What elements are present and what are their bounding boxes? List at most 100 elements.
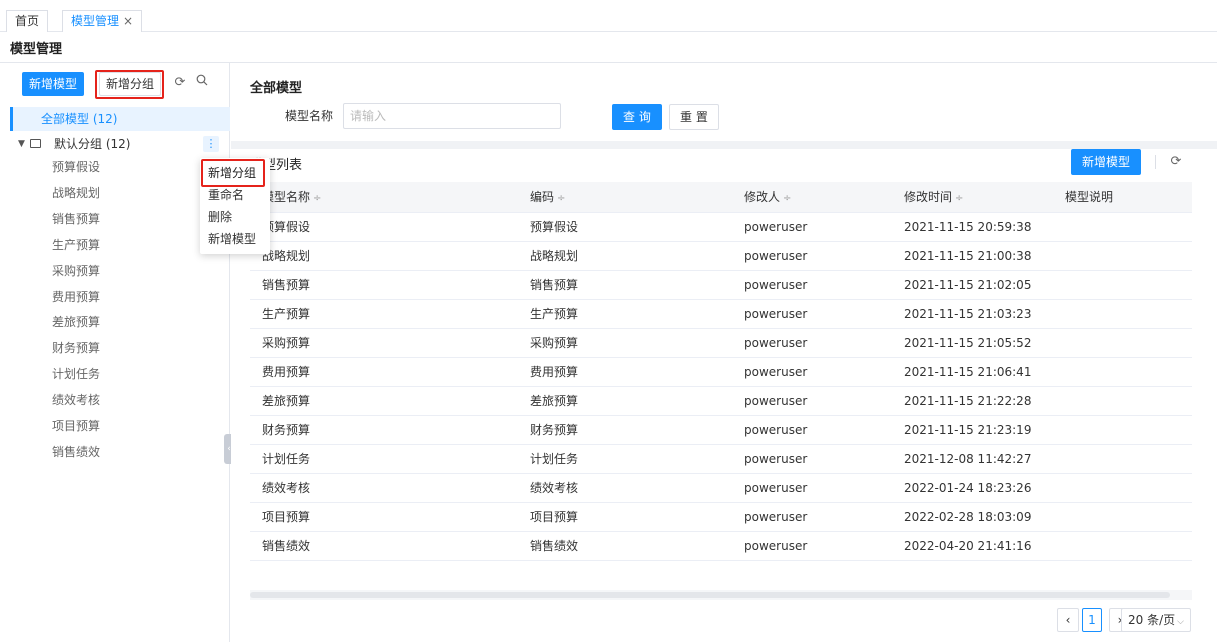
- tree-item[interactable]: 采购预算: [52, 261, 100, 281]
- sort-icon[interactable]: ÷: [557, 193, 565, 204]
- tab-model-management[interactable]: 模型管理 ×: [62, 10, 143, 32]
- sidebar-add-group-button[interactable]: 新增分组: [99, 72, 162, 96]
- table-row[interactable]: 差旅预算 差旅预算 poweruser 2021-11-15 21:22:28: [250, 387, 1192, 416]
- page-size-select[interactable]: 20 条/页 ⌵: [1121, 608, 1191, 632]
- table-cell-time: 2022-01-24 18:23:26: [904, 481, 1032, 495]
- tree-group-default[interactable]: ▼ 默认分组 (12): [0, 133, 229, 155]
- table-cell-code: 财务预算: [530, 423, 579, 437]
- tree-item[interactable]: 差旅预算: [52, 312, 100, 332]
- filter-panel: 全部模型 模型名称 查 询 重 置: [231, 63, 1217, 141]
- column-header-label: 编码: [530, 190, 555, 204]
- table-cell-modifier: poweruser: [744, 249, 808, 263]
- query-button[interactable]: 查 询: [612, 104, 662, 130]
- search-icon[interactable]: [192, 73, 212, 93]
- table-cell-code: 销售绩效: [530, 539, 579, 553]
- tree-item[interactable]: 绩效考核: [52, 390, 100, 410]
- column-header-label: 修改人: [744, 190, 781, 204]
- reset-button[interactable]: 重 置: [669, 104, 719, 130]
- tree-item[interactable]: 预算假设: [52, 157, 100, 177]
- menu-item-delete[interactable]: 删除: [200, 206, 270, 228]
- column-header-modifier[interactable]: 修改人 ÷: [744, 182, 791, 213]
- table-cell-modifier: poweruser: [744, 423, 808, 437]
- refresh-icon[interactable]: ⟳: [1166, 152, 1186, 172]
- model-name-label: 模型名称: [285, 109, 334, 123]
- table-cell-code: 生产预算: [530, 307, 579, 321]
- prev-page-button[interactable]: ‹: [1057, 608, 1079, 632]
- table-cell-modifier: poweruser: [744, 307, 808, 321]
- page-title: 模型管理: [10, 42, 63, 57]
- table-cell-name: 采购预算: [262, 336, 311, 350]
- table-cell-modifier: poweruser: [744, 336, 808, 350]
- page-number-button[interactable]: 1: [1082, 608, 1102, 632]
- tree-item[interactable]: 费用预算: [52, 287, 100, 307]
- list-add-model-button[interactable]: 新增模型: [1071, 149, 1142, 175]
- divider: [231, 141, 1217, 149]
- table-cell-code: 费用预算: [530, 365, 579, 379]
- table-cell-code: 预算假设: [530, 220, 579, 234]
- sort-icon[interactable]: ÷: [313, 193, 321, 204]
- table-cell-modifier: poweruser: [744, 539, 808, 553]
- tree-item[interactable]: 生产预算: [52, 235, 100, 255]
- sidebar-add-model-button[interactable]: 新增模型: [22, 72, 85, 96]
- table-cell-modifier: poweruser: [744, 510, 808, 524]
- tab-bar: 首页 模型管理 ×: [0, 0, 1217, 32]
- table-cell-code: 绩效考核: [530, 481, 579, 495]
- table-row[interactable]: 销售预算 销售预算 poweruser 2021-11-15 21:02:05: [250, 271, 1192, 300]
- table-cell-time: 2022-04-20 21:41:16: [904, 539, 1032, 553]
- table-row[interactable]: 战略规划 战略规划 poweruser 2021-11-15 21:00:38: [250, 242, 1192, 271]
- column-header-modified-time[interactable]: 修改时间 ÷: [904, 182, 963, 213]
- table-cell-code: 项目预算: [530, 510, 579, 524]
- sort-icon[interactable]: ÷: [783, 193, 791, 204]
- table-cell-time: 2021-11-15 21:00:38: [904, 249, 1032, 263]
- tree-item[interactable]: 财务预算: [52, 338, 100, 358]
- table-body: 预算假设 预算假设 poweruser 2021-11-15 20:59:38 战略规划…: [250, 213, 1192, 561]
- sort-icon[interactable]: ÷: [955, 193, 963, 204]
- table-cell-modifier: poweruser: [744, 394, 808, 408]
- table-row[interactable]: 项目预算 项目预算 poweruser 2022-02-28 18:03:09: [250, 503, 1192, 532]
- table-cell-modifier: poweruser: [744, 220, 808, 234]
- column-header-label: 修改时间: [904, 190, 953, 204]
- table-row[interactable]: 费用预算 费用预算 poweruser 2021-11-15 21:06:41: [250, 358, 1192, 387]
- tab-home[interactable]: 首页: [6, 10, 49, 32]
- table-row[interactable]: 计划任务 计划任务 poweruser 2021-12-08 11:42:27: [250, 445, 1192, 474]
- horizontal-scrollbar[interactable]: [250, 590, 1192, 600]
- column-header-description: 模型说明: [1065, 190, 1114, 204]
- tab-model-management-label: 模型管理: [71, 14, 120, 28]
- tree-all-models[interactable]: 全部模型 (12): [10, 107, 230, 131]
- table-row[interactable]: 绩效考核 绩效考核 poweruser 2022-01-24 18:23:26: [250, 474, 1192, 503]
- tree-item[interactable]: 计划任务: [52, 364, 100, 384]
- table-cell-time: 2021-11-15 21:23:19: [904, 423, 1032, 437]
- caret-down-icon[interactable]: ▼: [18, 133, 25, 155]
- table-row[interactable]: 销售绩效 销售绩效 poweruser 2022-04-20 21:41:16: [250, 532, 1192, 561]
- table-cell-code: 战略规划: [530, 249, 579, 263]
- table-row[interactable]: 生产预算 生产预算 poweruser 2021-11-15 21:03:23: [250, 300, 1192, 329]
- model-name-input[interactable]: [343, 103, 561, 129]
- section-title: 全部模型: [250, 81, 303, 96]
- tree-item[interactable]: 销售预算: [52, 209, 100, 229]
- menu-item-rename[interactable]: 重命名: [200, 184, 270, 206]
- menu-item-add-model[interactable]: 新增模型: [200, 228, 270, 250]
- table-cell-time: 2021-11-15 20:59:38: [904, 220, 1032, 234]
- table-row[interactable]: 预算假设 预算假设 poweruser 2021-11-15 20:59:38: [250, 213, 1192, 242]
- close-icon[interactable]: ×: [123, 14, 133, 28]
- tree-item[interactable]: 销售绩效: [52, 442, 100, 462]
- tree-item[interactable]: 战略规划: [52, 183, 100, 203]
- refresh-icon[interactable]: ⟳: [170, 73, 190, 93]
- table-cell-modifier: poweruser: [744, 452, 808, 466]
- column-header-name[interactable]: 模型名称 ÷: [262, 182, 321, 213]
- table-cell-time: 2021-12-08 11:42:27: [904, 452, 1032, 466]
- table-cell-name: 计划任务: [262, 452, 311, 466]
- tree-item[interactable]: 项目预算: [52, 416, 100, 436]
- table-row[interactable]: 财务预算 财务预算 poweruser 2021-11-15 21:23:19: [250, 416, 1192, 445]
- table-cell-code: 差旅预算: [530, 394, 579, 408]
- column-header-code[interactable]: 编码 ÷: [530, 182, 565, 213]
- table-cell-time: 2021-11-15 21:05:52: [904, 336, 1032, 350]
- more-vertical-icon[interactable]: ⋮: [203, 136, 219, 152]
- scrollbar-thumb[interactable]: [250, 592, 1170, 598]
- table-cell-modifier: poweruser: [744, 365, 808, 379]
- table-cell-name: 销售绩效: [262, 539, 311, 553]
- table-cell-modifier: poweruser: [744, 278, 808, 292]
- menu-item-add-group[interactable]: 新增分组: [200, 162, 270, 184]
- table-row[interactable]: 采购预算 采购预算 poweruser 2021-11-15 21:05:52: [250, 329, 1192, 358]
- chevron-down-icon: ⌵: [1177, 617, 1184, 627]
